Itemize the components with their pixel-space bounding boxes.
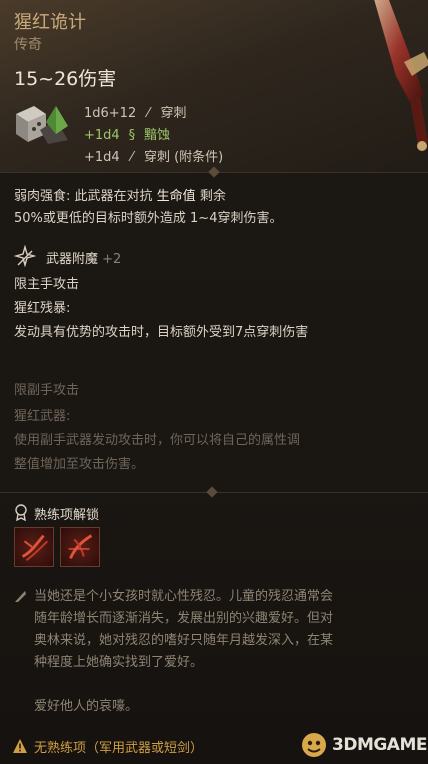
passive-highlight: 生命值: [156, 189, 196, 204]
offhand-name: 猩红武器:: [14, 409, 71, 424]
lore-line-5: 爱好他人的哀嚎。: [34, 699, 139, 714]
enchant-name: 武器附魔: [46, 252, 99, 267]
watermark-logo-icon: [302, 733, 326, 757]
passive-prefix: 弱肉强食: 此武器在对抗: [14, 189, 153, 204]
rend-action-icon: [68, 534, 93, 559]
enchant-icon: [14, 245, 36, 267]
slash-action-icon: [21, 534, 48, 562]
damage-dice-icon: [16, 106, 68, 144]
item-rarity: 传奇: [14, 37, 42, 53]
damage-line-1: 1d6+12 ⁄ 穿刺: [84, 102, 187, 121]
divider-ornament: [206, 486, 218, 498]
lore-quill-icon: [15, 591, 26, 602]
offhand-restriction: 限副手攻击: [14, 383, 80, 398]
mainhand-desc: 发动具有优势的攻击时，目标额外受到7点穿刺伤害: [14, 325, 309, 340]
passive-suffix: 剩余: [199, 189, 226, 204]
lore-line-2: 随年龄增长而逐渐消失，发展出别的兴趣爱好。但对: [34, 611, 334, 626]
lore-line-3: 奥林来说，她对残忍的嗜好只随年月越发深入，在某: [34, 633, 334, 648]
enchant-bonus: +2: [102, 252, 122, 267]
damage-line-3: +1d4 ⁄ 穿刺 (附条件): [84, 146, 223, 165]
proficiency-header: 熟练项解锁: [34, 508, 100, 523]
item-tooltip: 猩红诡计 传奇 15~26伤害 1d6+12 ⁄ 穿刺 +1d4 § 黯蚀 +1…: [0, 0, 428, 764]
mainhand-restriction: 限主手攻击: [14, 277, 80, 292]
proficiency-warning: 无熟练项（军用武器或短剑）: [34, 741, 204, 756]
damage-line-3-type: 穿刺 (附条件): [143, 150, 224, 165]
mainhand-name: 猩红残暴:: [14, 301, 71, 316]
piercing-icon: ⁄: [130, 150, 133, 165]
passive-line-2: 50%或更低的目标时额外造成 1~4穿刺伤害。: [14, 211, 283, 226]
lore-text: 当她还是个小女孩时就心性残忍。儿童的残忍通常会 随年龄增长而逐渐消失，发展出别的…: [34, 586, 414, 718]
weapon-image: [374, 0, 428, 151]
proficiency-icon: [15, 504, 27, 521]
damage-line-1-dice: 1d6+12: [84, 106, 137, 121]
offhand-desc-1: 使用副手武器发动攻击时，你可以将自己的属性调: [14, 433, 301, 448]
item-name: 猩红诡计: [14, 12, 86, 33]
damage-line-1-type: 穿刺: [160, 106, 187, 121]
damage-line-2-type: 黯蚀: [143, 128, 170, 143]
enchant-label: 武器附魔 +2: [46, 248, 121, 267]
passive-line-1: 弱肉强食: 此武器在对抗 生命值 剩余: [14, 186, 226, 208]
offhand-desc-2: 整值增加至攻击伤害。: [14, 457, 145, 472]
damage-line-2-dice: +1d4: [84, 128, 120, 143]
watermark-text: 3DMGAME: [332, 735, 428, 755]
warning-icon: [13, 739, 27, 753]
damage-line-2: +1d4 § 黯蚀: [84, 124, 170, 143]
watermark: 3DMGAME: [300, 730, 428, 760]
lore-line-1: 当她还是个小女孩时就心性残忍。儿童的残忍通常会: [34, 589, 334, 604]
piercing-icon: ⁄: [147, 106, 150, 121]
lore-line-4: 种程度上她确实找到了爱好。: [34, 655, 204, 670]
proficiency-slot-2[interactable]: [60, 527, 100, 567]
necrotic-icon: §: [128, 128, 136, 143]
damage-line-3-dice: +1d4: [84, 150, 120, 165]
damage-range: 15~26伤害: [14, 68, 117, 90]
proficiency-slot-1[interactable]: [14, 527, 54, 567]
